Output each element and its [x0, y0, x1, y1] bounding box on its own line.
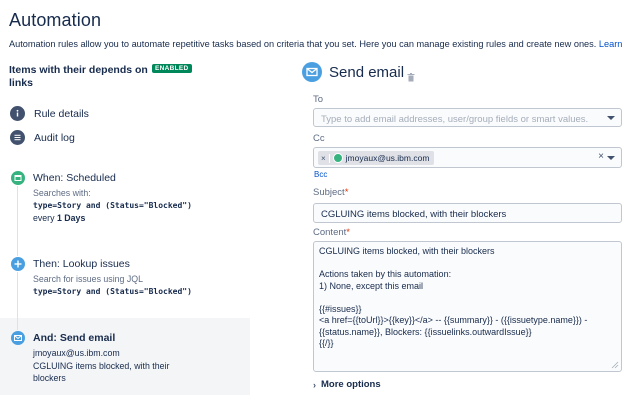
step-send-email-desc: CGLUING items blocked, with their	[33, 361, 170, 371]
step-send-email-desc-cont: blockers	[33, 373, 66, 383]
chevron-down-icon[interactable]	[607, 156, 615, 160]
step-trigger-jql: type=Story and (Status="Blocked")	[33, 201, 192, 210]
cc-label: Cc	[313, 133, 325, 144]
content-line: {{#issues}}	[319, 303, 362, 314]
more-options-toggle[interactable]: › More options	[313, 379, 381, 390]
step-trigger-subtitle: Searches with:	[33, 188, 91, 198]
timeline-connector	[17, 186, 18, 256]
chevron-right-icon: ›	[313, 379, 316, 390]
content-textarea[interactable]: CGLUING items blocked, with their blocke…	[313, 241, 622, 372]
page-title: Automation	[9, 10, 102, 30]
content-line: CGLUING items blocked, with their blocke…	[319, 246, 495, 256]
to-field[interactable]: Type to add email addresses, user/group …	[313, 108, 622, 127]
rule-name: Items with their depends on links	[9, 64, 148, 89]
subject-input[interactable]: CGLUING items blocked, with their blocke…	[313, 203, 622, 223]
content-line: 1) None, except this email	[319, 280, 424, 291]
calendar-icon	[11, 171, 25, 185]
status-badge: ENABLED	[152, 64, 192, 73]
step-lookup-title: Then: Lookup issues	[33, 258, 130, 270]
plus-icon	[11, 257, 25, 271]
envelope-icon	[302, 62, 322, 82]
list-icon	[10, 130, 25, 145]
intro-text: Automation rules allow you to automate r…	[9, 39, 599, 49]
content-line: <a href={{toUrl}}>{{key}}</a> -- {{summa…	[319, 315, 588, 325]
subject-value: CGLUING items blocked, with their blocke…	[321, 209, 507, 220]
content-label-text: Content	[313, 227, 347, 238]
subject-label-text: Subject	[313, 187, 345, 198]
resize-grip-icon[interactable]	[611, 361, 619, 369]
nav-audit-log[interactable]: Audit log	[10, 130, 75, 145]
subject-label: Subject*	[313, 187, 348, 198]
nav-rule-details[interactable]: Rule details	[10, 106, 89, 121]
timeline-connector	[17, 272, 18, 330]
page-intro: Automation rules allow you to automate r…	[9, 39, 624, 49]
content-line	[319, 258, 616, 270]
cc-recipient-chip[interactable]: × jmoyaux@us.ibm.com	[318, 151, 435, 165]
to-placeholder: Type to add email addresses, user/group …	[321, 114, 589, 125]
info-icon	[10, 106, 25, 121]
content-line: {{/}}	[319, 338, 334, 348]
schedule-prefix: every	[33, 213, 57, 223]
content-line	[319, 292, 616, 304]
chevron-down-icon[interactable]	[607, 116, 615, 120]
cc-chip-label: jmoyaux@us.ibm.com	[345, 153, 430, 163]
avatar	[332, 153, 343, 163]
learn-more-link[interactable]: Learn more a	[599, 39, 624, 49]
content-label: Content*	[313, 227, 350, 238]
schedule-value: 1 Days	[56, 213, 86, 223]
clear-icon[interactable]: ×	[598, 151, 604, 162]
envelope-icon	[11, 331, 25, 345]
required-marker: *	[344, 187, 349, 198]
trash-icon[interactable]	[407, 69, 415, 87]
content-line: {{status.name}}, Blockers: {{issuelinks.…	[319, 326, 532, 337]
bcc-link[interactable]: Bcc	[314, 170, 327, 179]
step-trigger-title: When: Scheduled	[33, 172, 116, 184]
action-title: Send email	[329, 64, 405, 81]
cc-field[interactable]: × jmoyaux@us.ibm.com ×	[313, 147, 622, 168]
step-send-email-to: jmoyaux@us.ibm.com	[33, 348, 120, 358]
step-trigger-schedule: every 1 Days	[33, 213, 85, 223]
remove-chip-icon[interactable]: ×	[318, 153, 330, 163]
step-lookup-subtitle: Search for issues using JQL	[33, 274, 144, 284]
more-options-label: More options	[321, 379, 381, 390]
nav-rule-details-label: Rule details	[34, 107, 89, 120]
step-lookup-jql: type=Story and (Status="Blocked")	[33, 287, 192, 296]
required-marker: *	[346, 227, 350, 238]
nav-audit-log-label: Audit log	[34, 131, 75, 144]
step-send-email-title: And: Send email	[33, 332, 116, 344]
to-label: To	[313, 94, 324, 105]
content-line: Actions taken by this automation:	[319, 269, 452, 279]
